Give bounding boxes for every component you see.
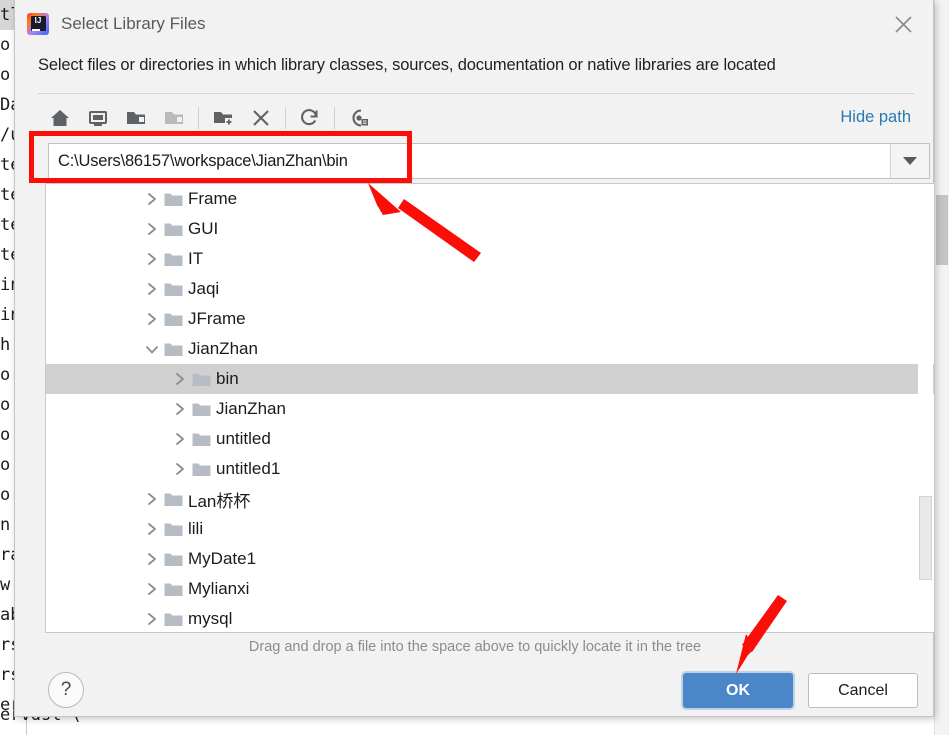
folder-icon [190, 364, 212, 394]
tree-row[interactable]: mysql [46, 604, 934, 632]
chevron-right-icon[interactable] [142, 304, 162, 334]
chevron-right-icon[interactable] [142, 244, 162, 274]
tree-scrollbar-thumb[interactable] [919, 496, 932, 580]
tree-node-label: Mylianxi [188, 579, 250, 598]
folder-icon [162, 574, 184, 604]
desktop-icon[interactable] [79, 101, 117, 135]
ok-button[interactable]: OK [683, 673, 793, 708]
ide-scrollbar-thumb[interactable] [936, 195, 948, 265]
tree-node-label: IT [188, 249, 204, 268]
hide-path-link[interactable]: Hide path [840, 108, 911, 127]
tree-node-label: JianZhan [188, 339, 258, 358]
tree-row[interactable]: JFrame [46, 304, 934, 334]
cancel-button[interactable]: Cancel [808, 673, 918, 708]
help-button[interactable]: ? [48, 672, 84, 708]
tree-row[interactable]: untitled [46, 424, 934, 454]
home-icon[interactable] [41, 101, 79, 135]
tree-vertical-scrollbar[interactable] [918, 185, 933, 631]
tree-node-label: bin [216, 369, 239, 388]
directory-tree[interactable]: Frame GUI IT Jaqi JFrame JianZhan bin JianZhan u… [45, 183, 935, 633]
tree-row[interactable]: Lan桥杯 [46, 484, 934, 514]
folder-icon [162, 514, 184, 544]
show-hidden-icon[interactable] [340, 101, 378, 135]
dialog-divider [38, 93, 914, 94]
select-library-files-dialog: IJ Select Library Files Select files or … [14, 0, 935, 717]
tree-row[interactable]: Mylianxi [46, 574, 934, 604]
folder-icon [162, 244, 184, 274]
drag-drop-hint: Drag and drop a file into the space abov… [248, 639, 702, 655]
chevron-right-icon[interactable] [142, 514, 162, 544]
tree-row[interactable]: Frame [46, 184, 934, 214]
toolbar-separator [334, 107, 335, 129]
tree-node-label: JFrame [188, 309, 246, 328]
tree-node-label: Frame [188, 189, 238, 208]
folder-icon [162, 604, 184, 632]
path-input[interactable]: C:\Users\86157\workspace\JianZhan\bin [49, 144, 890, 178]
folder-icon [162, 304, 184, 334]
toolbar-separator [285, 107, 286, 129]
tree-row[interactable]: JianZhan [46, 394, 934, 424]
chevron-right-icon[interactable] [142, 184, 162, 214]
new-folder-icon[interactable] [204, 101, 242, 135]
delete-icon[interactable] [242, 101, 280, 135]
chevron-down-icon[interactable] [142, 334, 162, 364]
toolbar-separator [198, 107, 199, 129]
folder-icon [162, 274, 184, 304]
folder-icon [162, 214, 184, 244]
chevron-right-icon[interactable] [142, 274, 162, 304]
intellij-idea-icon: IJ [27, 13, 49, 35]
chevron-right-icon[interactable] [142, 604, 162, 632]
tree-node-label: untitled [216, 429, 271, 448]
chevron-right-icon[interactable] [170, 394, 190, 424]
chevron-right-icon[interactable] [142, 214, 162, 244]
chevron-right-icon[interactable] [142, 574, 162, 604]
chevron-right-icon[interactable] [170, 424, 190, 454]
tree-node-label: untitled1 [216, 459, 281, 478]
file-chooser-toolbar [41, 99, 378, 137]
tree-node-label: mysql [188, 609, 233, 628]
tree-row[interactable]: GUI [46, 214, 934, 244]
refresh-icon[interactable] [291, 101, 329, 135]
screen-root: tlooDa/uteteteteininhooooonrawabrsrser e… [0, 0, 949, 735]
tree-row[interactable]: untitled1 [46, 454, 934, 484]
tree-row[interactable]: IT [46, 244, 934, 274]
folder-icon [162, 544, 184, 574]
chevron-down-icon[interactable] [890, 144, 929, 178]
tree-row[interactable]: JianZhan [46, 334, 934, 364]
chevron-right-icon[interactable] [170, 364, 190, 394]
dialog-subtitle: Select files or directories in which lib… [38, 56, 776, 74]
tree-row[interactable]: bin [46, 364, 934, 394]
folder-icon [162, 334, 184, 364]
folder-icon [190, 394, 212, 424]
chevron-right-icon[interactable] [142, 484, 162, 514]
dialog-titlebar: IJ Select Library Files [15, 0, 933, 48]
tree-row[interactable]: MyDate1 [46, 544, 934, 574]
chevron-right-icon[interactable] [142, 544, 162, 574]
tree-node-label: JianZhan [216, 399, 286, 418]
tree-row[interactable]: lili [46, 514, 934, 544]
folder-up-icon [155, 101, 193, 135]
path-combo[interactable]: C:\Users\86157\workspace\JianZhan\bin [48, 143, 930, 179]
folder-icon[interactable] [117, 101, 155, 135]
chevron-right-icon[interactable] [170, 454, 190, 484]
folder-icon [190, 424, 212, 454]
tree-node-label: MyDate1 [188, 549, 257, 568]
ide-vertical-scrollbar[interactable] [934, 0, 949, 735]
tree-node-label: Jaqi [188, 279, 220, 298]
folder-icon [162, 484, 184, 514]
tree-row[interactable]: Jaqi [46, 274, 934, 304]
folder-icon [162, 184, 184, 214]
tree-node-label: GUI [188, 219, 219, 238]
close-icon[interactable] [881, 6, 925, 42]
dialog-title: Select Library Files [61, 14, 206, 33]
tree-node-label: Lan桥杯 [188, 491, 251, 511]
tree-node-label: lili [188, 519, 204, 538]
folder-icon [190, 454, 212, 484]
